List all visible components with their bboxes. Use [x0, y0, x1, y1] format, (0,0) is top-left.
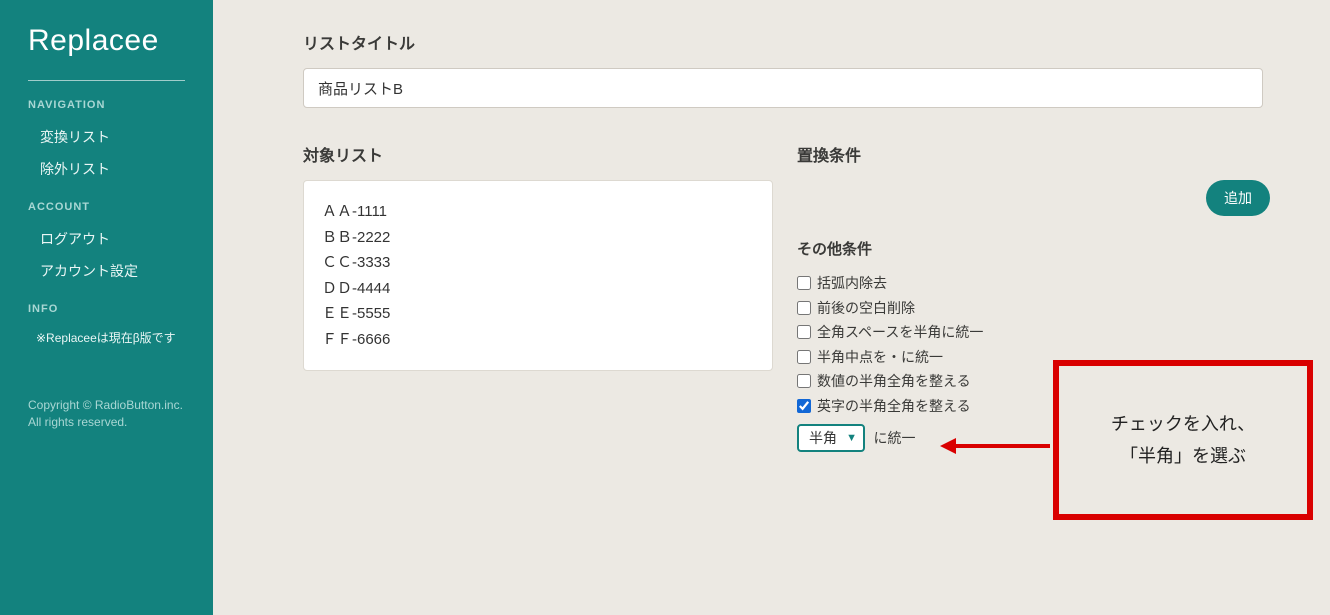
list-title-input[interactable] — [303, 68, 1263, 108]
sidebar-item-account-settings[interactable]: アカウント設定 — [28, 255, 185, 287]
info-heading: INFO — [28, 303, 185, 315]
list-title-label: リストタイトル — [303, 30, 1270, 54]
copyright: Copyright © RadioButton.inc. All rights … — [28, 397, 185, 431]
check-trim-space[interactable]: 前後の空白削除 — [797, 296, 1270, 321]
annotation-line: 「半角」を選ぶ — [1120, 440, 1246, 472]
check-unify-fullwidth-space-box[interactable] — [797, 325, 811, 339]
annotation-arrow-icon — [940, 434, 1050, 458]
check-label: 括弧内除去 — [817, 271, 887, 296]
select-tail-label: に統一 — [873, 430, 915, 446]
list-item: ＥＥ-5555 — [322, 301, 754, 327]
replace-cond-label: 置換条件 — [797, 142, 1270, 166]
brand-divider — [28, 80, 185, 81]
sidebar: Replacee NAVIGATION 変換リスト 除外リスト ACCOUNT … — [0, 0, 213, 615]
list-item: ＣＣ-3333 — [322, 250, 754, 276]
other-cond-label: その他条件 — [797, 238, 1270, 259]
check-remove-brackets-box[interactable] — [797, 276, 811, 290]
list-item: ＢＢ-2222 — [322, 225, 754, 251]
list-item: ＡＡ-1111 — [322, 199, 754, 225]
check-normalize-alpha-box[interactable] — [797, 399, 811, 413]
annotation-line: チェックを入れ、 — [1111, 408, 1255, 440]
account-heading: ACCOUNT — [28, 201, 185, 213]
check-label: 半角中点を・に統一 — [817, 345, 943, 370]
brand-logo: Replacee — [28, 24, 185, 58]
annotation-callout: チェックを入れ、 「半角」を選ぶ — [1053, 360, 1313, 520]
target-list-label: 対象リスト — [303, 142, 773, 166]
sidebar-item-exclude-list[interactable]: 除外リスト — [28, 153, 185, 185]
check-label: 英字の半角全角を整える — [817, 394, 971, 419]
nav-heading: NAVIGATION — [28, 99, 185, 111]
check-trim-space-box[interactable] — [797, 301, 811, 315]
check-label: 前後の空白削除 — [817, 296, 915, 321]
check-label: 数値の半角全角を整える — [817, 369, 971, 394]
main: リストタイトル 対象リスト ＡＡ-1111 ＢＢ-2222 ＣＣ-3333 ＤＤ… — [213, 0, 1330, 615]
add-button[interactable]: 追加 — [1206, 180, 1270, 216]
check-unify-nakaguro-box[interactable] — [797, 350, 811, 364]
check-normalize-digits-box[interactable] — [797, 374, 811, 388]
check-unify-fullwidth-space[interactable]: 全角スペースを半角に統一 — [797, 320, 1270, 345]
sidebar-item-logout[interactable]: ログアウト — [28, 223, 185, 255]
check-label: 全角スペースを半角に統一 — [817, 320, 983, 345]
list-item: ＦＦ-6666 — [322, 327, 754, 353]
list-item: ＤＤ-4444 — [322, 276, 754, 302]
target-list-textarea[interactable]: ＡＡ-1111 ＢＢ-2222 ＣＣ-3333 ＤＤ-4444 ＥＥ-5555 … — [303, 180, 773, 371]
info-text: ※Replaceeは現在β版です — [28, 325, 185, 347]
width-select[interactable]: 半角 — [797, 424, 865, 452]
check-remove-brackets[interactable]: 括弧内除去 — [797, 271, 1270, 296]
sidebar-item-convert-list[interactable]: 変換リスト — [28, 121, 185, 153]
